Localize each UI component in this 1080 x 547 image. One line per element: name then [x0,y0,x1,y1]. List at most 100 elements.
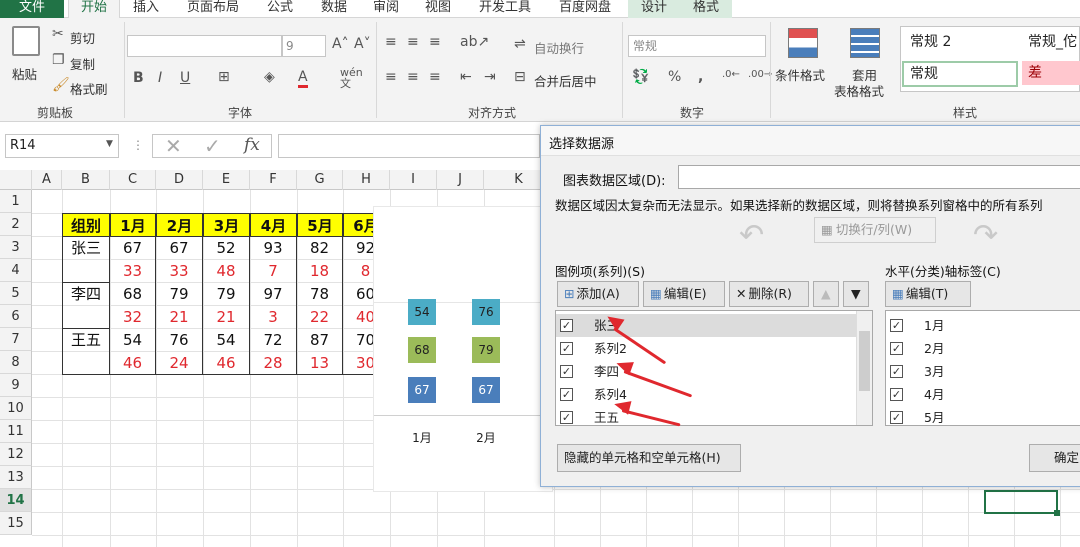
align-top-icon[interactable]: ≡ [385,34,397,50]
row-header[interactable]: 6 [0,305,32,328]
align-bottom-icon[interactable]: ≡ [429,34,441,50]
table-cell-value[interactable]: 7 [250,259,297,283]
percent-button[interactable]: % [668,69,681,85]
edit-axis-button[interactable]: ▦ 编辑(T) [885,281,971,307]
style-bad[interactable]: 差 [1022,61,1080,85]
row-header[interactable]: 4 [0,259,32,282]
cancel-icon[interactable]: ✕ [165,134,182,158]
paste-icon[interactable] [12,26,40,56]
axis-checkbox[interactable]: ✓ [890,342,903,355]
move-down-button[interactable]: ▼ [843,281,869,307]
select-all-corner[interactable] [0,170,32,190]
chart-bar[interactable]: 68 [408,337,436,363]
accounting-format-icon[interactable]: 💱 [632,69,649,85]
axis-list-item[interactable]: ✓ 2月 [886,337,1080,360]
row-header[interactable]: 1 [0,190,32,213]
series-checkbox[interactable]: ✓ [560,319,573,332]
format-painter-icon[interactable]: 🖌 [52,77,70,93]
copy-button[interactable]: 复制 [70,54,95,73]
chart-bar[interactable]: 54 [408,299,436,325]
cut-button[interactable]: 剪切 [70,28,95,47]
table-cell-value[interactable]: 32 [110,305,156,329]
font-size-combo[interactable]: 9 [282,35,326,57]
table-cell-value[interactable]: 33 [156,259,203,283]
style-normal[interactable]: 常规 [902,61,1018,87]
table-format-line2[interactable]: 表格格式 [834,81,884,100]
table-cell-value[interactable]: 72 [250,328,297,352]
decrease-font-icon[interactable]: A˅ [354,36,371,52]
table-cell-value[interactable]: 79 [156,282,203,306]
move-up-button[interactable]: ▲ [813,281,839,307]
insert-function-icon[interactable]: fx [244,135,260,155]
series-list-item[interactable]: ✓ 系列4 [556,383,856,406]
border-icon[interactable]: ⊞ [218,69,230,85]
formula-input[interactable] [278,134,540,158]
col-header[interactable]: F [250,170,297,190]
series-scroll-thumb[interactable] [859,331,870,391]
fill-handle[interactable] [1054,510,1060,516]
table-header-month[interactable]: 5月 [297,213,343,237]
table-cell-value[interactable]: 24 [156,351,203,375]
col-header[interactable]: D [156,170,203,190]
table-cell-value[interactable]: 3 [250,305,297,329]
table-cell-value[interactable]: 54 [110,328,156,352]
table-header-month[interactable]: 3月 [203,213,250,237]
table-cell-value[interactable]: 22 [297,305,343,329]
row-header[interactable]: 3 [0,236,32,259]
edit-series-button[interactable]: ▦ 编辑(E) [643,281,725,307]
tab-baidu-disk[interactable]: 百度网盘 [548,0,622,18]
col-header[interactable]: A [32,170,62,190]
enter-icon[interactable]: ✓ [204,134,221,158]
align-right-icon[interactable]: ≡ [429,69,441,85]
table-cell-value[interactable]: 67 [110,236,156,260]
tab-developer[interactable]: 开发工具 [470,0,540,18]
merge-center-button[interactable]: 合并后居中 [534,71,597,90]
col-header[interactable]: I [390,170,437,190]
row-header[interactable]: 8 [0,351,32,374]
underline-button[interactable]: U [180,70,190,86]
align-left-icon[interactable]: ≡ [385,69,397,85]
table-header-month[interactable]: 1月 [110,213,156,237]
table-cell-name[interactable]: 李四 [62,282,110,306]
wrap-text-button[interactable]: 自动换行 [534,38,584,57]
tab-insert[interactable]: 插入 [122,0,170,18]
paste-button[interactable]: 粘贴 [12,64,37,83]
ok-button[interactable]: 确定 [1029,444,1080,472]
table-cell-value[interactable]: 28 [250,351,297,375]
axis-checkbox[interactable]: ✓ [890,319,903,332]
axis-list-item[interactable]: ✓ 1月 [886,314,1080,337]
table-header-group[interactable]: 组别 [62,213,110,237]
table-cell-value[interactable]: 67 [156,236,203,260]
col-header[interactable]: B [62,170,110,190]
format-painter-button[interactable]: 格式刷 [70,79,108,98]
row-header[interactable]: 2 [0,213,32,236]
table-cell-value[interactable]: 21 [203,305,250,329]
switch-row-col-button[interactable]: ▦ 切换行/列(W) [814,217,936,243]
row-header[interactable]: 12 [0,443,32,466]
table-cell-value[interactable]: 78 [297,282,343,306]
series-checkbox[interactable]: ✓ [560,342,573,355]
col-header[interactable]: C [110,170,156,190]
table-cell-name[interactable] [62,259,110,283]
fill-color-icon[interactable]: ◈ [264,69,275,85]
font-name-combo[interactable] [127,35,282,57]
table-cell-name[interactable] [62,351,110,375]
row-header[interactable]: 7 [0,328,32,351]
tab-home[interactable]: 开始 [68,0,120,18]
axis-list-item[interactable]: ✓ 3月 [886,360,1080,383]
row-header[interactable]: 15 [0,512,32,535]
formula-bar-splitter[interactable]: ⋮ [132,138,144,152]
font-color-icon[interactable]: A [298,69,308,88]
col-header[interactable]: H [343,170,390,190]
table-cell-value[interactable]: 87 [297,328,343,352]
axis-checkbox[interactable]: ✓ [890,365,903,378]
tab-file[interactable]: 文件 [0,0,64,18]
name-box[interactable]: R14 [5,134,119,158]
table-cell-value[interactable]: 33 [110,259,156,283]
row-header[interactable]: 11 [0,420,32,443]
table-cell-name[interactable]: 张三 [62,236,110,260]
table-cell-value[interactable]: 93 [250,236,297,260]
scissors-icon[interactable]: ✂ [52,26,64,42]
axis-checkbox[interactable]: ✓ [890,388,903,401]
active-cell[interactable] [984,490,1058,514]
